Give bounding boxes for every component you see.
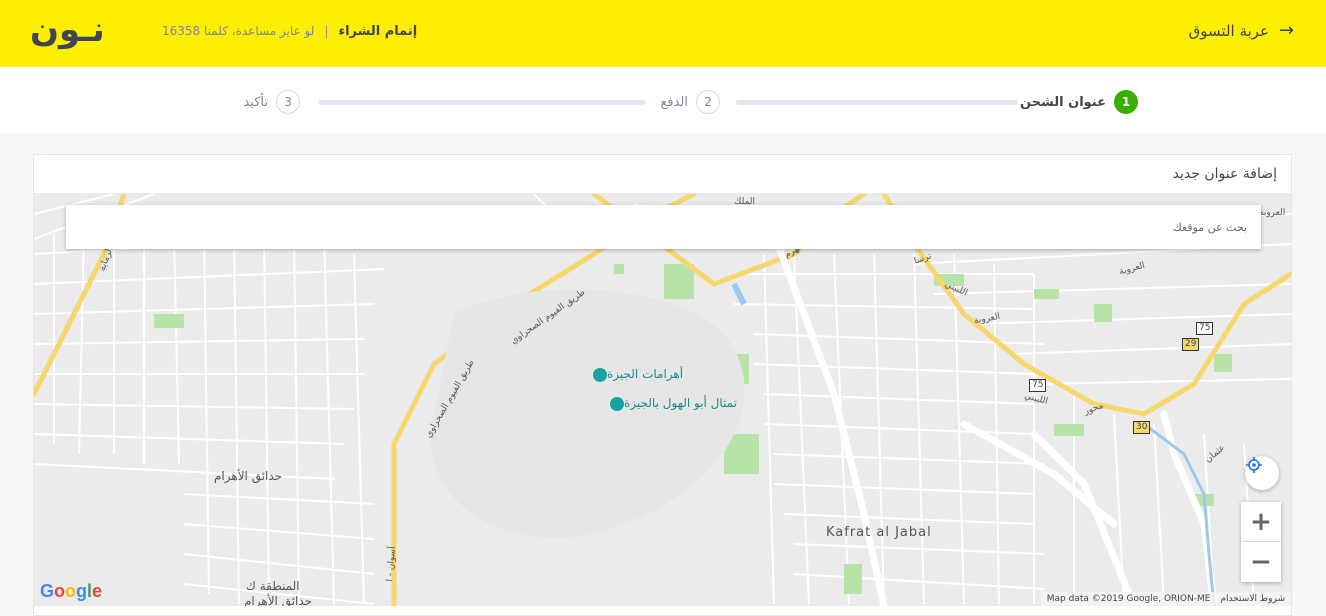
- road-shield: 75: [1196, 322, 1214, 335]
- zoom-out-button[interactable]: −: [1241, 542, 1281, 582]
- step-progress-line: [736, 100, 1018, 105]
- poi-pin-icon: [593, 367, 607, 382]
- step-label: عنوان الشحن: [1019, 94, 1106, 110]
- poi-pin-icon: [610, 396, 624, 411]
- step-number: 2: [696, 90, 720, 114]
- step-payment: 2 الدفع: [660, 89, 720, 115]
- road-shield: 30: [1133, 421, 1151, 434]
- google-logo[interactable]: Google: [40, 581, 102, 602]
- map-data-text: Map data ©2019 Google, ORION-ME: [1046, 594, 1211, 604]
- step-number: 3: [276, 90, 300, 114]
- map[interactable]: أهرامات الجيزة تمثال أبو الهول بالجيزة ح…: [34, 194, 1291, 606]
- back-to-cart-label: عربة التسوق: [1188, 22, 1269, 40]
- map-attribution: Map data ©2019 Google, ORION-ME شروط الا…: [1040, 592, 1291, 606]
- map-label-hadaek-2: حدائق الأهرام: [244, 594, 313, 606]
- poi-sphinx[interactable]: تمثال أبو الهول بالجيزة: [606, 396, 737, 411]
- plus-icon: +: [1250, 506, 1272, 537]
- noon-logo[interactable]: نـون: [30, 10, 105, 50]
- address-card: إضافة عنوان جديد أهرامات الجيزة تمثال أب…: [33, 154, 1292, 616]
- road-label: العروبة: [1259, 208, 1286, 218]
- add-new-address-title: إضافة عنوان جديد: [34, 155, 1291, 194]
- help-phone-text: لو عايز مساعدة، كلمنا 16358: [162, 24, 315, 38]
- step-label: تأكيد: [243, 94, 268, 110]
- top-header: نـون لو عايز مساعدة، كلمنا 16358 | إتمام…: [0, 0, 1326, 67]
- checkout-title: إتمام الشراء: [338, 23, 418, 39]
- back-to-cart-link[interactable]: عربة التسوق →: [1189, 20, 1294, 42]
- crosshair-icon: [1246, 457, 1262, 473]
- step-label: الدفع: [660, 94, 688, 110]
- header-separator: |: [324, 24, 329, 38]
- map-label-mantaqa: المنطقة ك: [246, 579, 300, 593]
- map-terms-link[interactable]: شروط الاستخدام: [1220, 594, 1285, 604]
- step-progress-line: [318, 100, 646, 105]
- minus-icon: −: [1250, 547, 1272, 577]
- location-search-box: [66, 205, 1261, 249]
- map-label-hadaek: حدائق الأهرام: [214, 469, 283, 483]
- step-shipping-address: 1 عنوان الشحن: [1020, 89, 1138, 115]
- step-number: 1: [1114, 90, 1138, 114]
- road-shield: 29: [1182, 338, 1200, 351]
- map-label-kafrat: Kafrat al Jabal: [826, 525, 932, 540]
- zoom-in-button[interactable]: +: [1241, 502, 1281, 542]
- my-location-button[interactable]: [1245, 456, 1279, 490]
- checkout-steps: 1 عنوان الشحن 2 الدفع 3 تأكيد: [0, 67, 1326, 133]
- road-shield: 75: [1029, 379, 1047, 392]
- location-search-input[interactable]: [66, 220, 1247, 234]
- arrow-right-icon: →: [1278, 20, 1294, 41]
- poi-pyramids[interactable]: أهرامات الجيزة: [589, 367, 683, 382]
- checkout-header-info: لو عايز مساعدة، كلمنا 16358 | إتمام الشر…: [162, 22, 417, 40]
- step-confirm: 3 تأكيد: [243, 89, 300, 115]
